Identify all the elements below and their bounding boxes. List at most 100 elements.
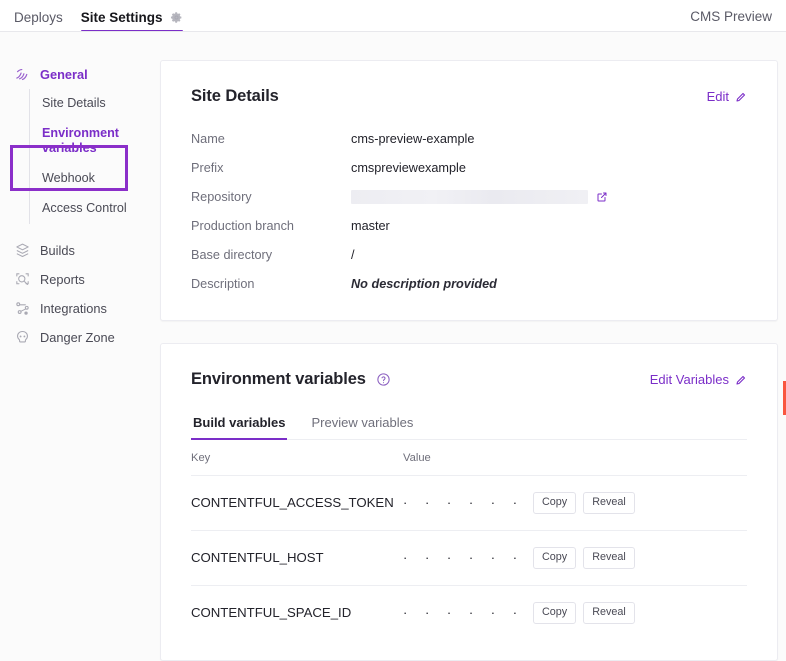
- sidebar-item-access-control-label: Access Control: [42, 201, 127, 215]
- variable-key-cell: CONTENTFUL_ACCESS_TOKEN: [191, 476, 403, 531]
- sidebar-item-general[interactable]: General: [0, 60, 160, 89]
- sidebar-item-webhook-label: Webhook: [42, 171, 95, 185]
- tab-build-variables-label: Build variables: [193, 415, 285, 430]
- edit-variables-label: Edit Variables: [650, 372, 729, 387]
- sidebar-item-environment-variables[interactable]: Environment variables: [30, 119, 160, 164]
- site-details-card: Site Details Edit Name cms-preview-exam: [160, 60, 778, 321]
- sidebar-item-danger-zone[interactable]: Danger Zone: [0, 323, 160, 352]
- table-row: CONTENTFUL_HOST · · · · · · Copy Reveal: [191, 530, 747, 585]
- page-shell: General Site Details Environment variabl…: [0, 32, 786, 655]
- sidebar-item-reports[interactable]: Reports: [0, 265, 160, 294]
- sidebar-group-general: General Site Details Environment variabl…: [0, 60, 160, 224]
- detail-value: cmspreviewexample: [351, 161, 466, 175]
- detail-row-base-directory: Base directory /: [191, 240, 747, 269]
- repository-redacted-value: [351, 190, 588, 204]
- detail-row-repository: Repository: [191, 182, 747, 211]
- reveal-button[interactable]: Reveal: [583, 547, 635, 569]
- tab-build-variables[interactable]: Build variables: [191, 415, 287, 439]
- edit-variables-button[interactable]: Edit Variables: [650, 372, 747, 387]
- integrations-icon: [14, 300, 31, 317]
- sidebar: General Site Details Environment variabl…: [0, 32, 160, 655]
- detail-key: Repository: [191, 190, 351, 204]
- sidebar-item-general-label: General: [40, 67, 88, 82]
- help-circle-icon[interactable]: [366, 372, 391, 387]
- sidebar-item-webhook[interactable]: Webhook: [30, 164, 160, 194]
- variable-value-cell: · · · · · ·: [403, 476, 533, 531]
- top-bar: Deploys Site Settings CMS Preview: [0, 0, 786, 32]
- column-header-value: Value: [403, 440, 533, 476]
- variable-key: CONTENTFUL_HOST: [191, 550, 324, 565]
- skull-icon: [14, 329, 31, 346]
- pencil-icon: [735, 91, 747, 103]
- copy-button[interactable]: Copy: [533, 547, 576, 569]
- detail-row-production-branch: Production branch master: [191, 211, 747, 240]
- table-row: CONTENTFUL_ACCESS_TOKEN · · · · · · Copy…: [191, 476, 747, 531]
- tab-preview-variables[interactable]: Preview variables: [309, 415, 415, 439]
- column-header-key: Key: [191, 440, 403, 476]
- sidebar-item-danger-zone-label: Danger Zone: [40, 330, 115, 345]
- variable-key-cell: CONTENTFUL_HOST: [191, 530, 403, 585]
- variable-key-cell: CONTENTFUL_SPACE_ID: [191, 585, 403, 639]
- detail-value: cms-preview-example: [351, 132, 474, 146]
- external-link-icon[interactable]: [588, 191, 608, 203]
- detail-row-description: Description No description provided: [191, 269, 747, 298]
- layers-icon: [14, 242, 31, 259]
- site-details-title: Site Details: [191, 87, 279, 106]
- detail-key: Prefix: [191, 161, 351, 175]
- detail-key: Base directory: [191, 248, 351, 262]
- reports-icon: [14, 271, 31, 288]
- sidebar-item-site-details-label: Site Details: [42, 96, 106, 110]
- detail-row-prefix: Prefix cmspreviewexample: [191, 153, 747, 182]
- main-content: Site Details Edit Name cms-preview-exam: [160, 32, 786, 655]
- detail-value: No description provided: [351, 277, 497, 291]
- detail-value: master: [351, 219, 390, 233]
- sidebar-item-builds[interactable]: Builds: [0, 236, 160, 265]
- edit-site-details-label: Edit: [707, 89, 729, 104]
- gear-icon: [170, 11, 183, 24]
- sidebar-item-reports-label: Reports: [40, 272, 85, 287]
- detail-key: Production branch: [191, 219, 351, 233]
- variable-value-cell: · · · · · ·: [403, 530, 533, 585]
- variable-actions-cell: Copy Reveal: [533, 530, 747, 585]
- sidebar-subnav-general: Site Details Environment variables Webho…: [29, 89, 160, 224]
- variables-tabs: Build variables Preview variables: [191, 415, 747, 440]
- copy-button[interactable]: Copy: [533, 602, 576, 624]
- top-nav: Deploys Site Settings: [14, 0, 183, 32]
- detail-value: [351, 190, 608, 204]
- edit-site-details-button[interactable]: Edit: [707, 89, 747, 104]
- tab-deploys-label: Deploys: [14, 11, 63, 25]
- detail-value: /: [351, 248, 355, 262]
- environment-variables-title: Environment variables: [191, 370, 366, 389]
- sidebar-item-site-details[interactable]: Site Details: [30, 89, 160, 119]
- tab-site-settings-label: Site Settings: [81, 11, 163, 25]
- variable-key: CONTENTFUL_ACCESS_TOKEN: [191, 495, 394, 510]
- variable-actions-cell: Copy Reveal: [533, 476, 747, 531]
- pencil-icon: [735, 374, 747, 386]
- sidebar-item-builds-label: Builds: [40, 243, 75, 258]
- variables-table: Key Value CONTENTFUL_ACCESS_TOKEN · · · …: [191, 440, 747, 640]
- sidebar-item-environment-variables-label: Environment variables: [42, 126, 119, 156]
- environment-variables-header: Environment variables Edit Variables: [191, 370, 747, 389]
- detail-key: Description: [191, 277, 351, 291]
- reveal-button[interactable]: Reveal: [583, 492, 635, 514]
- masked-value: · · · · · ·: [403, 605, 524, 620]
- variable-value-cell: · · · · · ·: [403, 585, 533, 639]
- masked-value: · · · · · ·: [403, 495, 524, 510]
- variable-key: CONTENTFUL_SPACE_ID: [191, 605, 351, 620]
- general-icon: [14, 66, 31, 83]
- detail-key: Name: [191, 132, 351, 146]
- detail-row-name: Name cms-preview-example: [191, 124, 747, 153]
- variable-actions-cell: Copy Reveal: [533, 585, 747, 639]
- sidebar-item-integrations[interactable]: Integrations: [0, 294, 160, 323]
- copy-button[interactable]: Copy: [533, 492, 576, 514]
- environment-variables-card: Environment variables Edit Variables: [160, 343, 778, 661]
- cms-preview-label: CMS Preview: [690, 9, 772, 32]
- reveal-button[interactable]: Reveal: [583, 602, 635, 624]
- table-row: CONTENTFUL_SPACE_ID · · · · · · Copy Rev…: [191, 585, 747, 639]
- tab-site-settings[interactable]: Site Settings: [81, 11, 183, 33]
- column-header-actions: [533, 440, 747, 476]
- tab-deploys[interactable]: Deploys: [14, 11, 63, 33]
- sidebar-item-access-control[interactable]: Access Control: [30, 194, 160, 224]
- site-details-header: Site Details Edit: [191, 87, 747, 106]
- masked-value: · · · · · ·: [403, 550, 524, 565]
